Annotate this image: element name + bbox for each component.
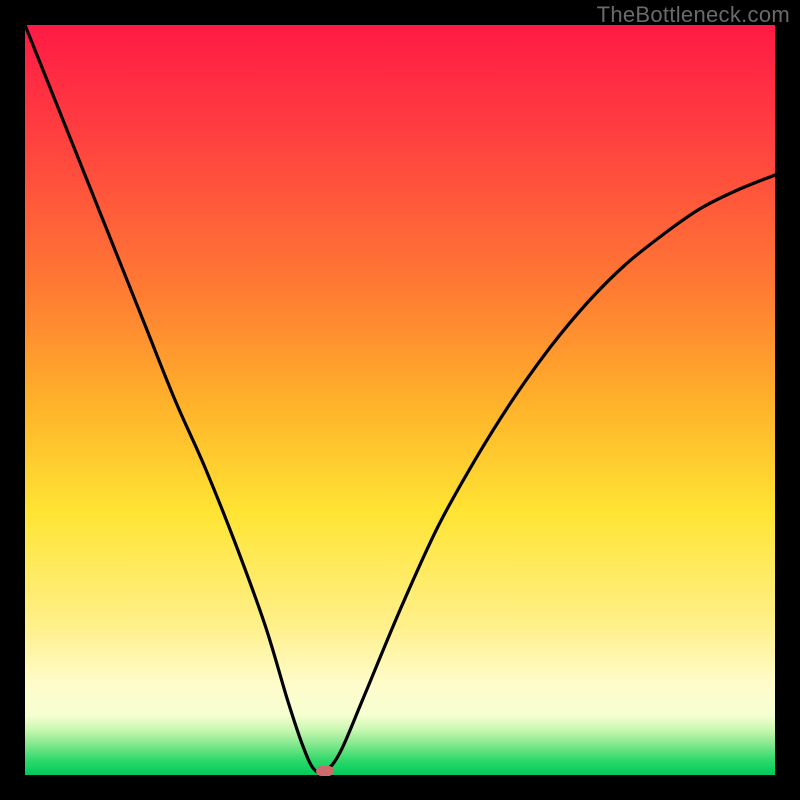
optimal-point-marker (316, 766, 334, 776)
plot-area (25, 25, 775, 775)
chart-frame: TheBottleneck.com (0, 0, 800, 800)
bottleneck-curve (25, 25, 775, 775)
